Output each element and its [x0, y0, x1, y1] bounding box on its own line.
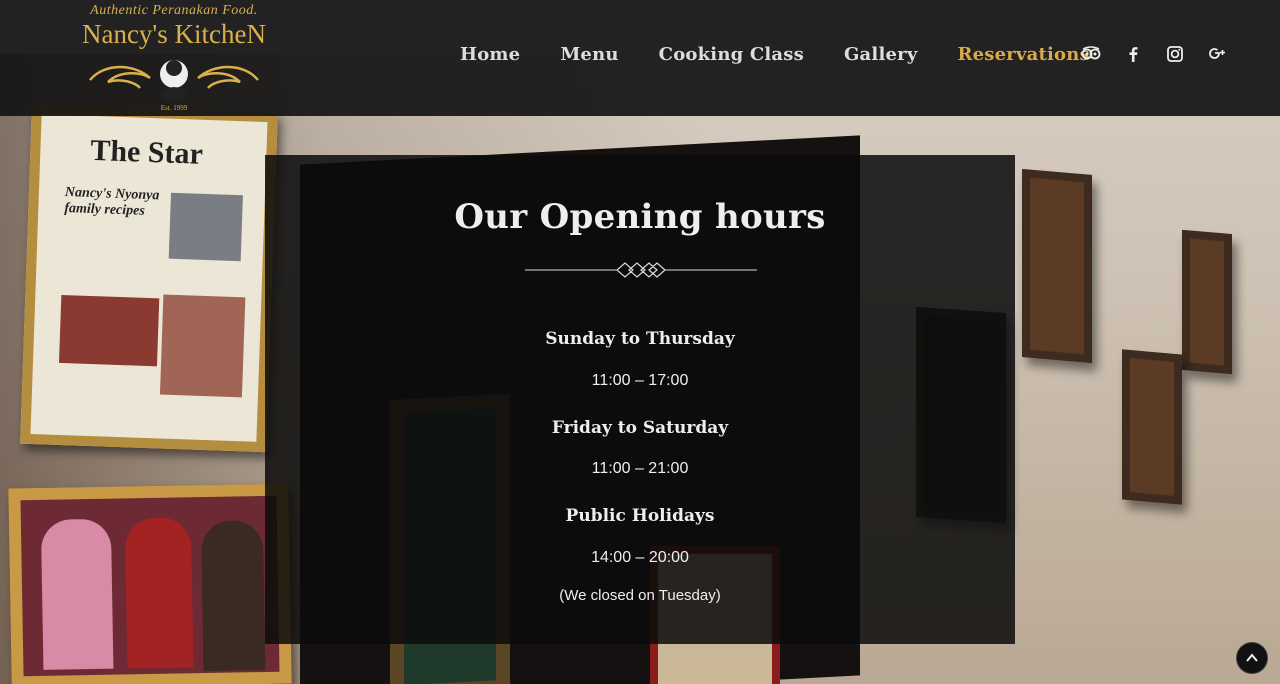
nav-menu[interactable]: Menu — [560, 44, 618, 65]
logo-name: Nancy's KitcheN — [81, 19, 267, 49]
chevron-up-icon — [1246, 653, 1258, 662]
schedule-days-label: Friday to Saturday — [551, 418, 729, 438]
main-nav: Home Menu Cooking Class Gallery Reservat… — [460, 44, 1090, 65]
nav-home[interactable]: Home — [460, 44, 520, 65]
opening-hours-title: Our Opening hours — [454, 197, 826, 237]
logo-emblem-icon — [89, 60, 259, 100]
family-photo-frame — [8, 483, 292, 684]
schedule-time: 11:00 – 21:00 — [591, 460, 689, 477]
newspaper-photo — [168, 192, 243, 262]
person-figure — [40, 518, 114, 670]
ornament-divider-icon — [525, 262, 757, 278]
newspaper-frame: The Star Nancy's Nyonya family recipes — [20, 103, 278, 453]
navbar: Authentic Peranakan Food. Nancy's Kitche… — [0, 0, 1280, 116]
logo[interactable]: Authentic Peranakan Food. Nancy's Kitche… — [68, 2, 280, 114]
social-links — [1080, 43, 1228, 65]
instagram-icon[interactable] — [1164, 43, 1186, 65]
google-plus-icon[interactable] — [1206, 43, 1228, 65]
schedule-days-label: Sunday to Thursday — [545, 329, 735, 349]
newspaper-photo — [58, 294, 160, 367]
facebook-icon[interactable] — [1122, 43, 1144, 65]
opening-hours-panel: Our Opening hours Sunday to Thursday 11:… — [265, 155, 1015, 644]
wall-carving — [1182, 229, 1232, 375]
person-figure — [200, 520, 266, 672]
nav-gallery[interactable]: Gallery — [844, 44, 918, 65]
schedule-time: 11:00 – 17:00 — [591, 372, 689, 389]
tripadvisor-icon[interactable] — [1080, 43, 1102, 65]
newspaper-photo — [159, 294, 246, 398]
newspaper-headline: Nancy's Nyonya family recipes — [64, 185, 160, 219]
wall-carving — [1022, 168, 1092, 364]
logo-tagline: Authentic Peranakan Food. — [90, 3, 258, 18]
closed-day-note: (We closed on Tuesday) — [559, 587, 721, 604]
back-to-top-button[interactable] — [1236, 642, 1268, 674]
schedule-time: 14:00 – 20:00 — [591, 549, 689, 566]
newspaper-title: The Star — [89, 133, 204, 171]
schedule-days-label: Public Holidays — [565, 506, 715, 526]
nav-reservations[interactable]: Reservations — [957, 44, 1089, 65]
wall-carving — [1122, 349, 1182, 505]
nav-cooking-class[interactable]: Cooking Class — [659, 44, 804, 65]
person-figure — [124, 517, 194, 669]
logo-established: Est. 1999 — [160, 104, 188, 112]
